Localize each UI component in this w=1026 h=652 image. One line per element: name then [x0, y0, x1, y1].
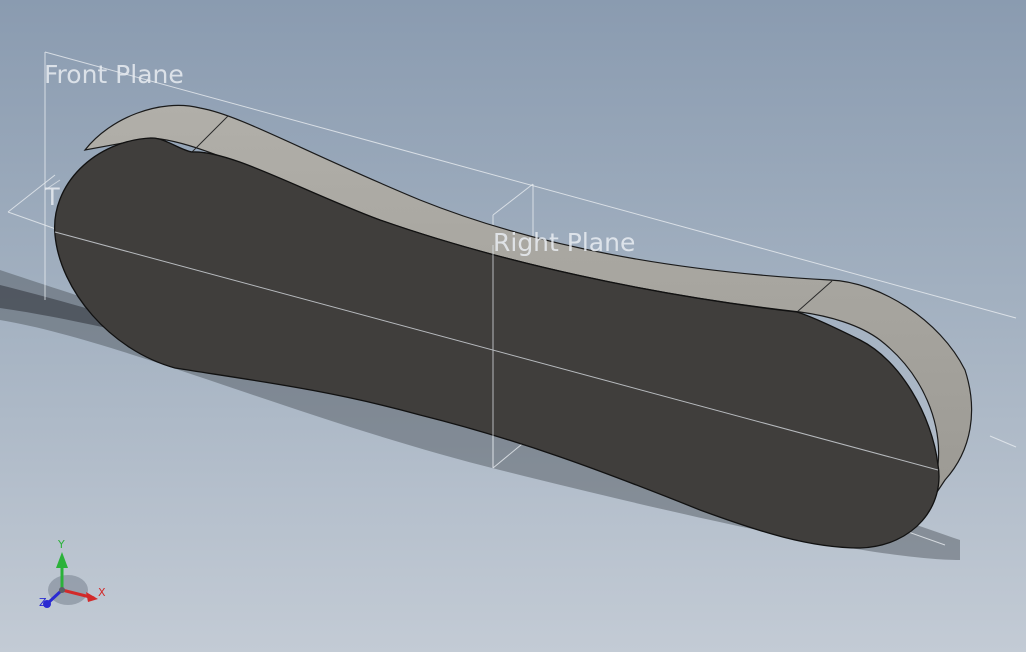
triad-z-label: Z: [39, 596, 47, 609]
triad-y-label: Y: [58, 538, 65, 551]
right-plane-label[interactable]: Right Plane: [493, 228, 635, 257]
graphics-viewport[interactable]: Front Plane Right Plane T Y X Z: [0, 0, 1026, 652]
top-plane-label[interactable]: T: [45, 183, 60, 211]
triad-origin: [59, 587, 65, 593]
triad-y-arrow: [56, 552, 68, 568]
front-plane-label[interactable]: Front Plane: [44, 60, 184, 89]
model-front-face: [54, 137, 940, 549]
triad-x-arrow: [86, 592, 98, 602]
triad-x-label: X: [98, 586, 106, 599]
model-scene[interactable]: [0, 0, 1026, 652]
